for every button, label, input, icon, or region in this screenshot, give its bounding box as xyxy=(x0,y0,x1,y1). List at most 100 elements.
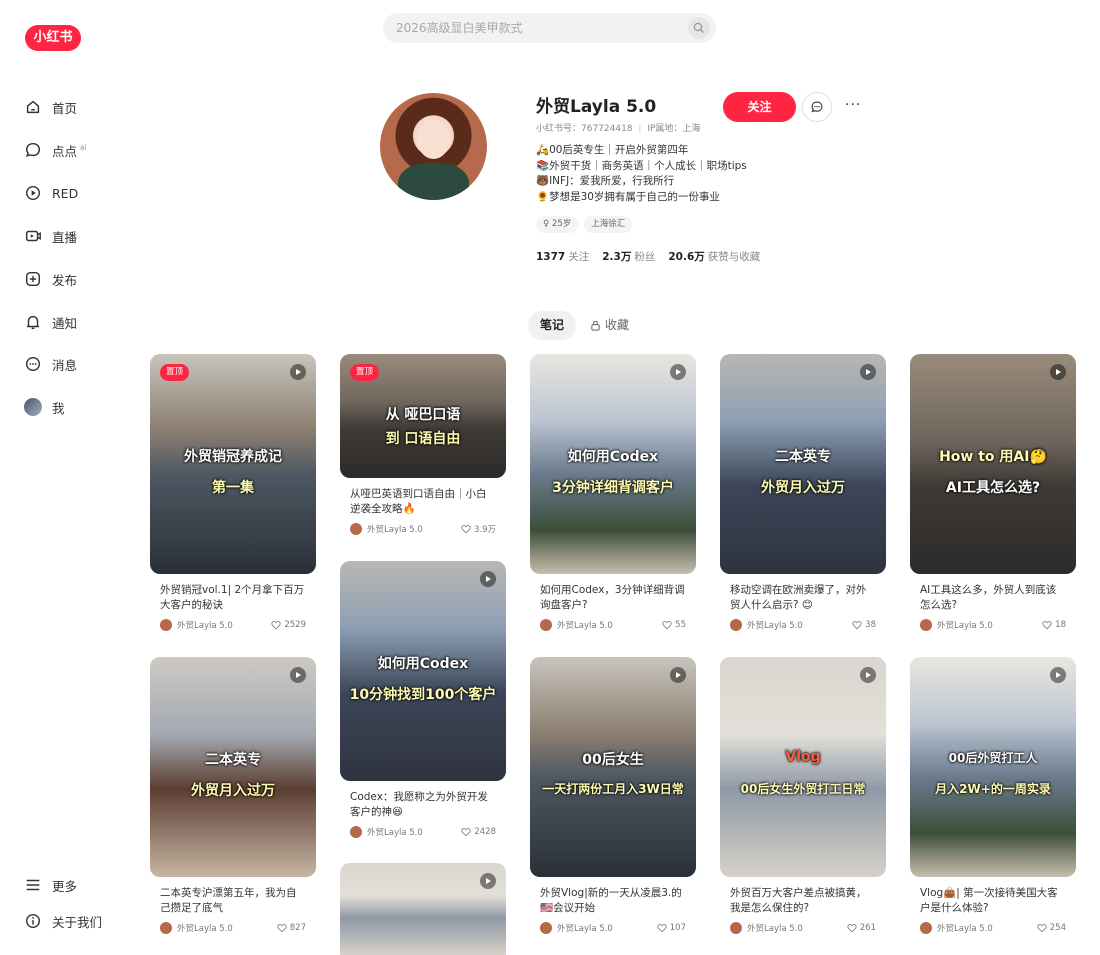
note-card[interactable]: 二本英专 外贸月入过万 二本英专沪漂第五年，我为自己攒足了底气 外贸Layla … xyxy=(150,657,316,934)
sidebar-item-diandian[interactable]: 点点 ai xyxy=(24,138,87,162)
like-button[interactable]: 261 xyxy=(847,923,876,933)
note-card[interactable]: 置顶 外贸销冠养成记 第一集 外贸销冠vol.1| 2个月拿下百万大客户的秘诀 … xyxy=(150,354,316,631)
note-cover[interactable]: 如何用Codex 3分钟详细背调客户 xyxy=(530,354,696,574)
like-button[interactable]: 827 xyxy=(277,923,306,933)
avatar xyxy=(540,619,552,631)
cover-text: 一天打两份工月入3W日常 xyxy=(542,782,684,797)
pinned-badge: 置顶 xyxy=(350,364,380,381)
note-title[interactable]: 外贸Vlog|新的一天从凌晨3.的🇺🇸会议开始 xyxy=(530,886,696,916)
note-footer: 外贸Layla 5.0 18 xyxy=(910,619,1076,631)
note-cover[interactable]: How to 用AI🤔 AI工具怎么选? xyxy=(910,354,1076,574)
cover-text: 3分钟详细背调客户 xyxy=(552,480,674,497)
note-footer: 外贸Layla 5.0 38 xyxy=(720,619,886,631)
message-button[interactable] xyxy=(802,92,832,122)
note-card[interactable]: Vlog 00后女生外贸打工日常 外贸百万大客户差点被搞黄，我是怎么保住的? 外… xyxy=(720,657,886,934)
stat-following[interactable]: 1377 关注 xyxy=(536,249,589,264)
tab-notes[interactable]: 笔记 xyxy=(528,311,576,340)
plus-square-icon xyxy=(25,271,41,287)
sidebar-item-more[interactable]: 更多 xyxy=(24,873,77,897)
sidebar-item-publish[interactable]: 发布 xyxy=(24,267,77,291)
profile-name: 外贸Layla 5.0 xyxy=(536,97,657,117)
note-author[interactable]: 外贸Layla 5.0 xyxy=(540,922,613,934)
tab-favorites[interactable]: 收藏 xyxy=(590,311,629,340)
sidebar-item-live[interactable]: 直播 xyxy=(24,224,77,248)
bio-line: 🛵00后英专生｜开启外贸第四年 xyxy=(536,144,689,156)
note-author[interactable]: 外贸Layla 5.0 xyxy=(730,619,803,631)
note-title[interactable]: 外贸销冠vol.1| 2个月拿下百万大客户的秘诀 xyxy=(150,583,316,613)
heart-icon xyxy=(657,924,667,933)
xiaohongshu-logo[interactable]: 小红书 xyxy=(25,25,81,51)
note-cover[interactable]: 00后女生 一天打两份工月入3W日常 xyxy=(530,657,696,877)
note-cover[interactable]: 00后外贸打工人 月入2W+的一周实录 xyxy=(910,657,1076,877)
cover-text: 00后外贸打工人 xyxy=(948,751,1038,766)
note-card[interactable]: 二本英专 外贸月入过万 移动空调在欧洲卖爆了，对外贸人什么启示? 😊 外贸Lay… xyxy=(720,354,886,631)
chat-bubble-icon xyxy=(25,142,41,158)
stat-followers[interactable]: 2.3万 粉丝 xyxy=(602,249,655,264)
like-button[interactable]: 55 xyxy=(662,620,686,630)
search-icon[interactable] xyxy=(688,17,710,39)
note-author[interactable]: 外贸Layla 5.0 xyxy=(730,922,803,934)
note-cover[interactable]: Vlog 00后女生外贸打工日常 xyxy=(720,657,886,877)
like-count: 827 xyxy=(289,923,306,933)
author-name: 外贸Layla 5.0 xyxy=(937,621,993,631)
profile-avatar xyxy=(380,93,487,200)
avatar xyxy=(160,922,172,934)
follow-button[interactable]: 关注 xyxy=(723,92,796,122)
sidebar-item-home[interactable]: 首页 xyxy=(24,95,77,119)
note-title[interactable]: 二本英专沪漂第五年，我为自己攒足了底气 xyxy=(150,886,316,916)
note-author[interactable]: 外贸Layla 5.0 xyxy=(350,523,423,535)
note-author[interactable]: 外贸Layla 5.0 xyxy=(160,922,233,934)
note-title[interactable]: 如何用Codex，3分钟详细背调询盘客户? xyxy=(530,583,696,613)
note-card[interactable]: How to 用AI🤔 AI工具怎么选? AI工具这么多，外贸人到底该怎么选? … xyxy=(910,354,1076,631)
sidebar-item-me[interactable]: 我 xyxy=(24,395,65,419)
note-card[interactable]: 00后女生 一天打两份工月入3W日常 外贸Vlog|新的一天从凌晨3.的🇺🇸会议… xyxy=(530,657,696,934)
sidebar-item-notifications[interactable]: 通知 xyxy=(24,310,77,334)
stat-num: 1377 xyxy=(536,251,566,263)
note-card[interactable]: 00后外贸打工人 月入2W+的一周实录 Vlog👜| 第一次接待美国大客户是什么… xyxy=(910,657,1076,934)
cover-text: 月入2W+的一周实录 xyxy=(935,782,1051,797)
like-button[interactable]: 3.9万 xyxy=(461,523,496,535)
like-button[interactable]: 38 xyxy=(852,620,876,630)
note-title[interactable]: Vlog👜| 第一次接待美国大客户是什么体验? xyxy=(910,886,1076,916)
note-title[interactable]: 移动空调在欧洲卖爆了，对外贸人什么启示? 😊 xyxy=(720,583,886,613)
like-button[interactable]: 2529 xyxy=(271,620,306,630)
note-cover[interactable]: 置顶 从 哑巴口语 到 口语自由 xyxy=(340,354,506,478)
author-name: 外贸Layla 5.0 xyxy=(937,924,993,934)
stat-label: 粉丝 xyxy=(634,251,656,263)
note-cover[interactable]: 置顶 外贸销冠养成记 第一集 xyxy=(150,354,316,574)
note-author[interactable]: 外贸Layla 5.0 xyxy=(920,922,993,934)
search-input[interactable]: 2026高级显白美甲款式 xyxy=(383,13,716,43)
like-button[interactable]: 107 xyxy=(657,923,686,933)
sidebar-item-messages[interactable]: 消息 xyxy=(24,352,77,376)
note-author[interactable]: 外贸Layla 5.0 xyxy=(160,619,233,631)
sidebar-item-red[interactable]: RED xyxy=(24,181,78,205)
author-name: 外贸Layla 5.0 xyxy=(177,621,233,631)
note-title[interactable]: 外贸百万大客户差点被搞黄，我是怎么保住的? xyxy=(720,886,886,916)
sidebar-item-label: 通知 xyxy=(52,315,78,331)
heart-icon xyxy=(271,621,281,630)
like-button[interactable]: 18 xyxy=(1042,620,1066,630)
note-card[interactable]: 如何用Codex 10分钟找到100个客户 Codex：我愿称之为外贸开发客户的… xyxy=(340,561,506,838)
avatar xyxy=(350,826,362,838)
like-button[interactable]: 2428 xyxy=(461,827,496,837)
note-cover[interactable]: 如何用Codex 10分钟找到100个客户 xyxy=(340,561,506,781)
note-author[interactable]: 外贸Layla 5.0 xyxy=(920,619,993,631)
note-card[interactable]: 如何用Codex 3分钟详细背调客户 如何用Codex，3分钟详细背调询盘客户?… xyxy=(530,354,696,631)
note-cover[interactable] xyxy=(340,863,506,955)
note-title[interactable]: AI工具这么多，外贸人到底该怎么选? xyxy=(910,583,1076,613)
cover-text: 10分钟找到100个客户 xyxy=(349,687,497,704)
heart-icon xyxy=(852,621,862,630)
message-icon xyxy=(25,356,41,372)
note-author[interactable]: 外贸Layla 5.0 xyxy=(350,826,423,838)
more-options-icon[interactable]: ··· xyxy=(845,97,861,113)
like-button[interactable]: 254 xyxy=(1037,923,1066,933)
note-cover[interactable]: 二本英专 外贸月入过万 xyxy=(150,657,316,877)
note-author[interactable]: 外贸Layla 5.0 xyxy=(540,619,613,631)
note-card[interactable] xyxy=(340,863,506,955)
like-count: 18 xyxy=(1055,620,1066,630)
note-title[interactable]: Codex：我愿称之为外贸开发客户的神😆 xyxy=(340,790,506,820)
sidebar-item-about[interactable]: 关于我们 xyxy=(24,909,102,933)
note-cover[interactable]: 二本英专 外贸月入过万 xyxy=(720,354,886,574)
note-card[interactable]: 置顶 从 哑巴口语 到 口语自由 从哑巴英语到口语自由｜小白逆袭全攻略🔥 外贸L… xyxy=(340,354,506,535)
note-title[interactable]: 从哑巴英语到口语自由｜小白逆袭全攻略🔥 xyxy=(340,487,506,517)
